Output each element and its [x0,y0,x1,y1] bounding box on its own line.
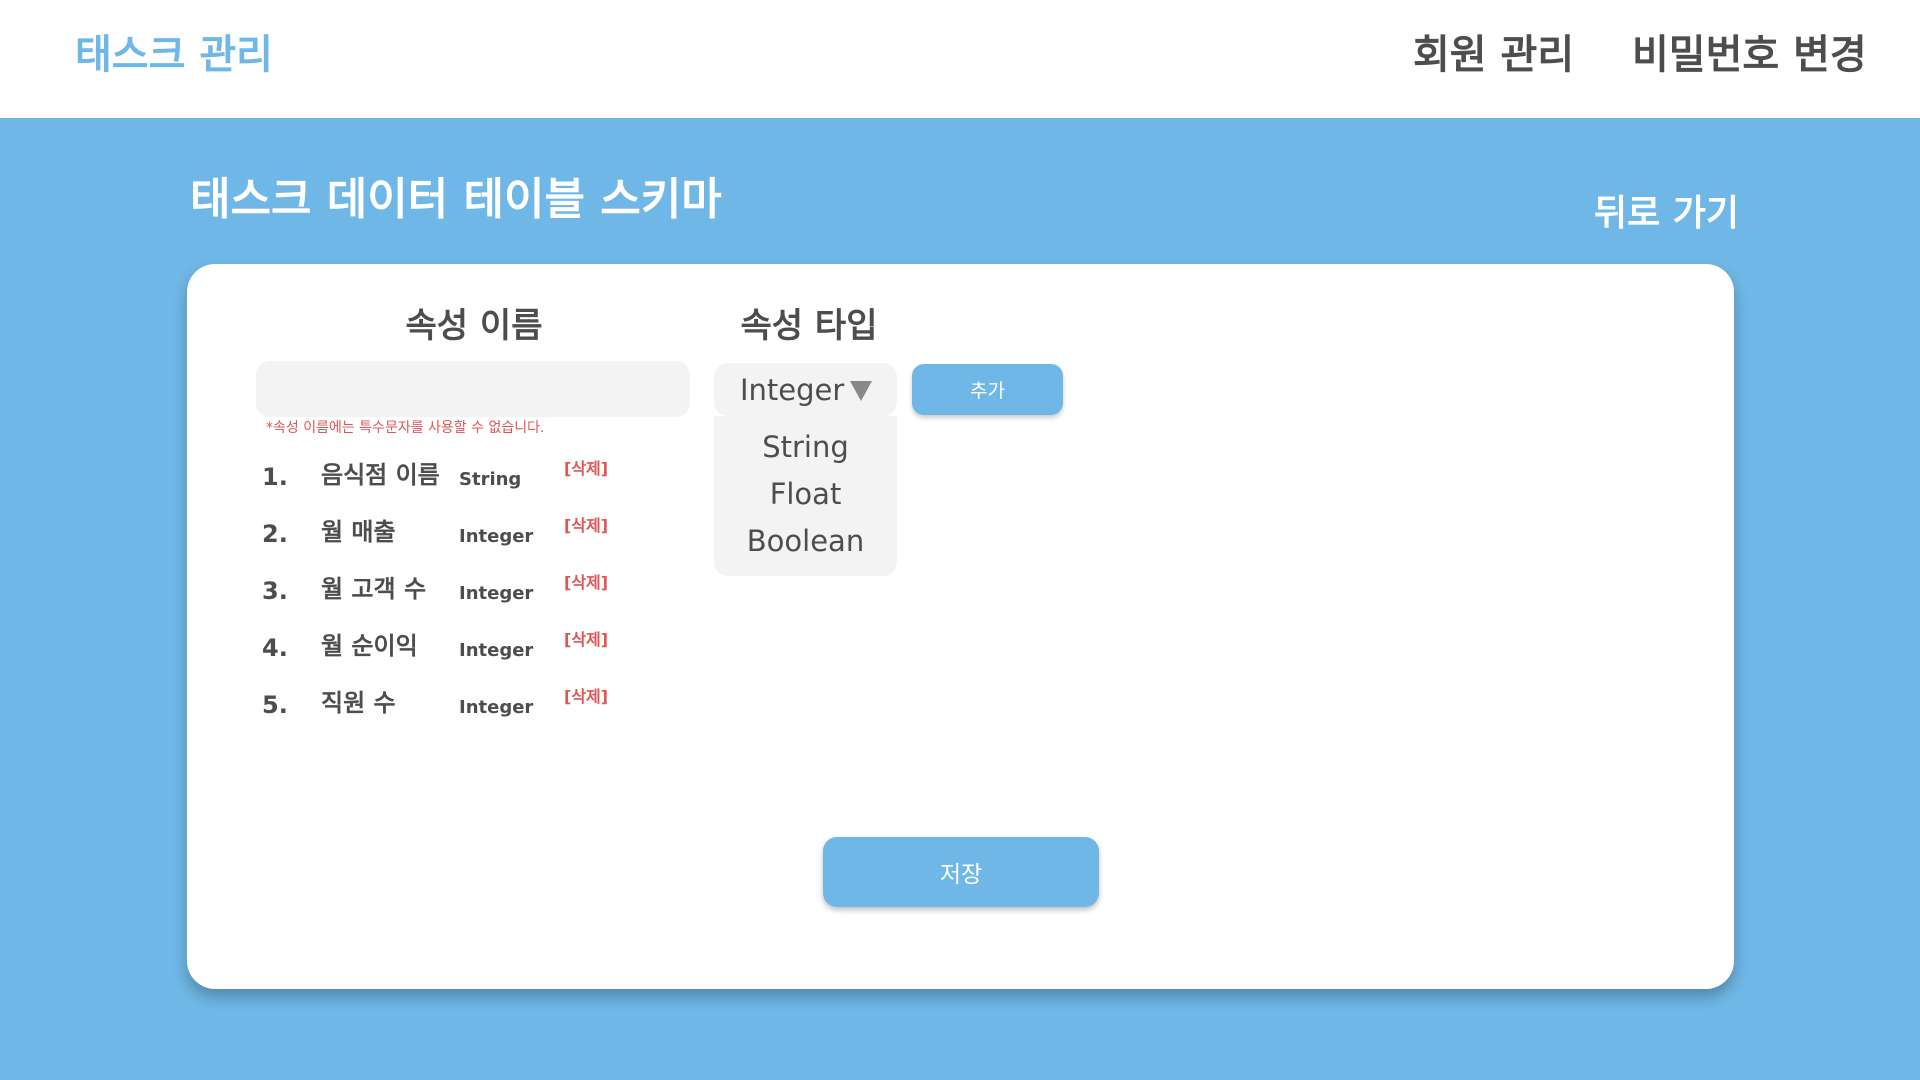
attribute-name: 월 매출 [321,518,396,546]
attribute-row: 3. 월 고객 수 Integer [삭제] [187,568,707,618]
attribute-number: 3. [262,577,288,605]
delete-attribute-button[interactable]: [삭제] [564,686,608,708]
attribute-number: 5. [262,691,288,719]
delete-attribute-button[interactable]: [삭제] [564,572,608,594]
top-navigation-bar: 태스크 관리 회원 관리 비밀번호 변경 [0,0,1920,118]
attribute-row: 1. 음식점 이름 String [삭제] [187,454,707,504]
nav-change-password[interactable]: 비밀번호 변경 [1632,30,1867,80]
attribute-name-header: 속성 이름 [405,306,543,346]
add-attribute-button[interactable]: 추가 [912,364,1063,415]
attribute-type-select[interactable]: Integer [714,363,897,416]
attribute-name: 월 고객 수 [321,575,427,603]
attribute-name-input[interactable] [256,361,690,417]
attribute-type: Integer [459,640,534,661]
attribute-type: Integer [459,583,534,604]
attribute-number: 4. [262,634,288,662]
type-option-float[interactable]: Float [714,475,897,513]
attribute-type: Integer [459,526,534,547]
save-button[interactable]: 저장 [823,837,1099,907]
type-options-dropdown: String Float Boolean [714,416,897,576]
attribute-name: 음식점 이름 [321,461,440,489]
nav-member-management[interactable]: 회원 관리 [1413,30,1574,80]
delete-attribute-button[interactable]: [삭제] [564,629,608,651]
validation-hint: *속성 이름에는 특수문자를 사용할 수 없습니다. [266,420,545,436]
type-option-boolean[interactable]: Boolean [714,522,897,560]
attribute-number: 2. [262,520,288,548]
attribute-number: 1. [262,463,288,491]
page-title: 태스크 데이터 테이블 스키마 [190,174,722,225]
type-option-string[interactable]: String [714,428,897,466]
selected-type-value: Integer [740,373,845,407]
attribute-row: 2. 월 매출 Integer [삭제] [187,511,707,561]
attribute-row: 5. 직원 수 Integer [삭제] [187,682,707,732]
attribute-name: 직원 수 [321,689,396,717]
attribute-type: Integer [459,697,534,718]
attribute-name: 월 순이익 [321,632,418,660]
delete-attribute-button[interactable]: [삭제] [564,458,608,480]
attribute-row: 4. 월 순이익 Integer [삭제] [187,625,707,675]
delete-attribute-button[interactable]: [삭제] [564,515,608,537]
back-link[interactable]: 뒤로 가기 [1594,190,1739,238]
attribute-type: String [459,469,522,490]
caret-down-icon [850,381,872,401]
schema-card: 속성 이름 속성 타입 *속성 이름에는 특수문자를 사용할 수 없습니다. I… [187,264,1734,989]
attribute-type-header: 속성 타입 [740,306,878,346]
brand-link[interactable]: 태스크 관리 [75,30,273,80]
